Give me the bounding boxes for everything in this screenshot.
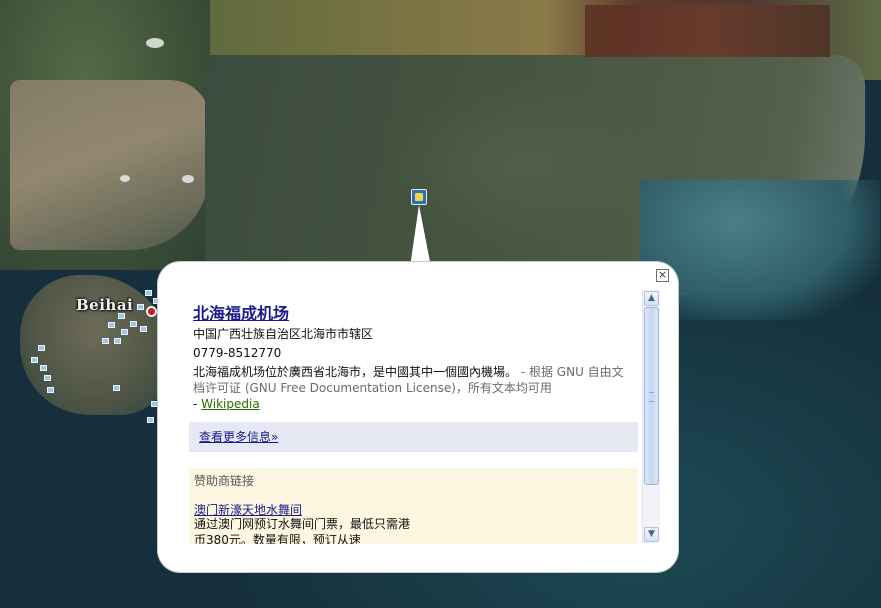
arrow-up-icon[interactable]: ▲ [644,291,659,306]
place-marker[interactable] [145,290,152,296]
wikipedia-link[interactable]: Wikipedia [201,397,260,411]
place-address: 中国广西壮族自治区北海市市辖区 [193,327,374,341]
place-marker[interactable] [38,345,45,351]
place-marker[interactable] [47,387,54,393]
description-text: 北海福成机场位於廣西省北海市，是中國其中一個國內機場。 [193,365,518,379]
sponsored-links-box: 赞助商链接 澳门新濠天地水舞间 通过澳门网预订水舞间门票，最低只需港币380元。… [189,468,638,544]
place-marker[interactable] [147,417,154,423]
place-marker[interactable] [114,338,121,344]
cloud [182,175,194,183]
place-marker[interactable] [31,357,38,363]
close-icon[interactable]: × [656,269,669,282]
city-dot-icon[interactable] [146,306,157,317]
place-marker[interactable] [44,375,51,381]
place-marker[interactable] [40,365,47,371]
place-marker[interactable] [108,322,115,328]
ad-description: 通过澳门网预订水舞间门票，最低只需港币380元。数量有限，预订从速 [194,517,411,544]
place-marker[interactable] [137,304,144,310]
place-marker[interactable] [121,329,128,335]
estuary-area [10,80,210,250]
balloon-content: 北海福成机场 中国广西壮族自治区北海市市辖区 0779-8512770 北海福成… [186,292,638,544]
place-marker[interactable] [102,338,109,344]
place-marker[interactable] [140,326,147,332]
place-description: 北海福成机场位於廣西省北海市，是中國其中一個國內機場。 - 根据 GNU 自由文… [193,364,633,412]
city-label-beihai[interactable]: Beihai [76,296,133,314]
balloon-pointer [410,205,431,267]
place-title-link[interactable]: 北海福成机场 [193,300,638,324]
place-marker[interactable] [113,385,120,391]
place-marker[interactable] [130,321,137,327]
balloon-scrollbar[interactable]: ▲ ▼ [642,290,660,543]
more-info-box: 查看更多信息» [189,422,638,452]
airport-placemark-icon[interactable] [411,189,427,205]
source-prefix: - [193,397,202,411]
imagery-tile-dark [585,5,830,57]
arrow-down-icon[interactable]: ▼ [644,527,659,542]
sponsored-links-header: 赞助商链接 [194,474,255,488]
scrollbar-thumb[interactable] [644,307,659,485]
cloud [120,175,130,182]
cloud [146,38,164,48]
more-info-link[interactable]: 查看更多信息» [199,428,278,445]
grip-icon [649,392,654,402]
place-phone: 0779-8512770 [193,346,282,360]
place-marker[interactable] [151,401,158,407]
